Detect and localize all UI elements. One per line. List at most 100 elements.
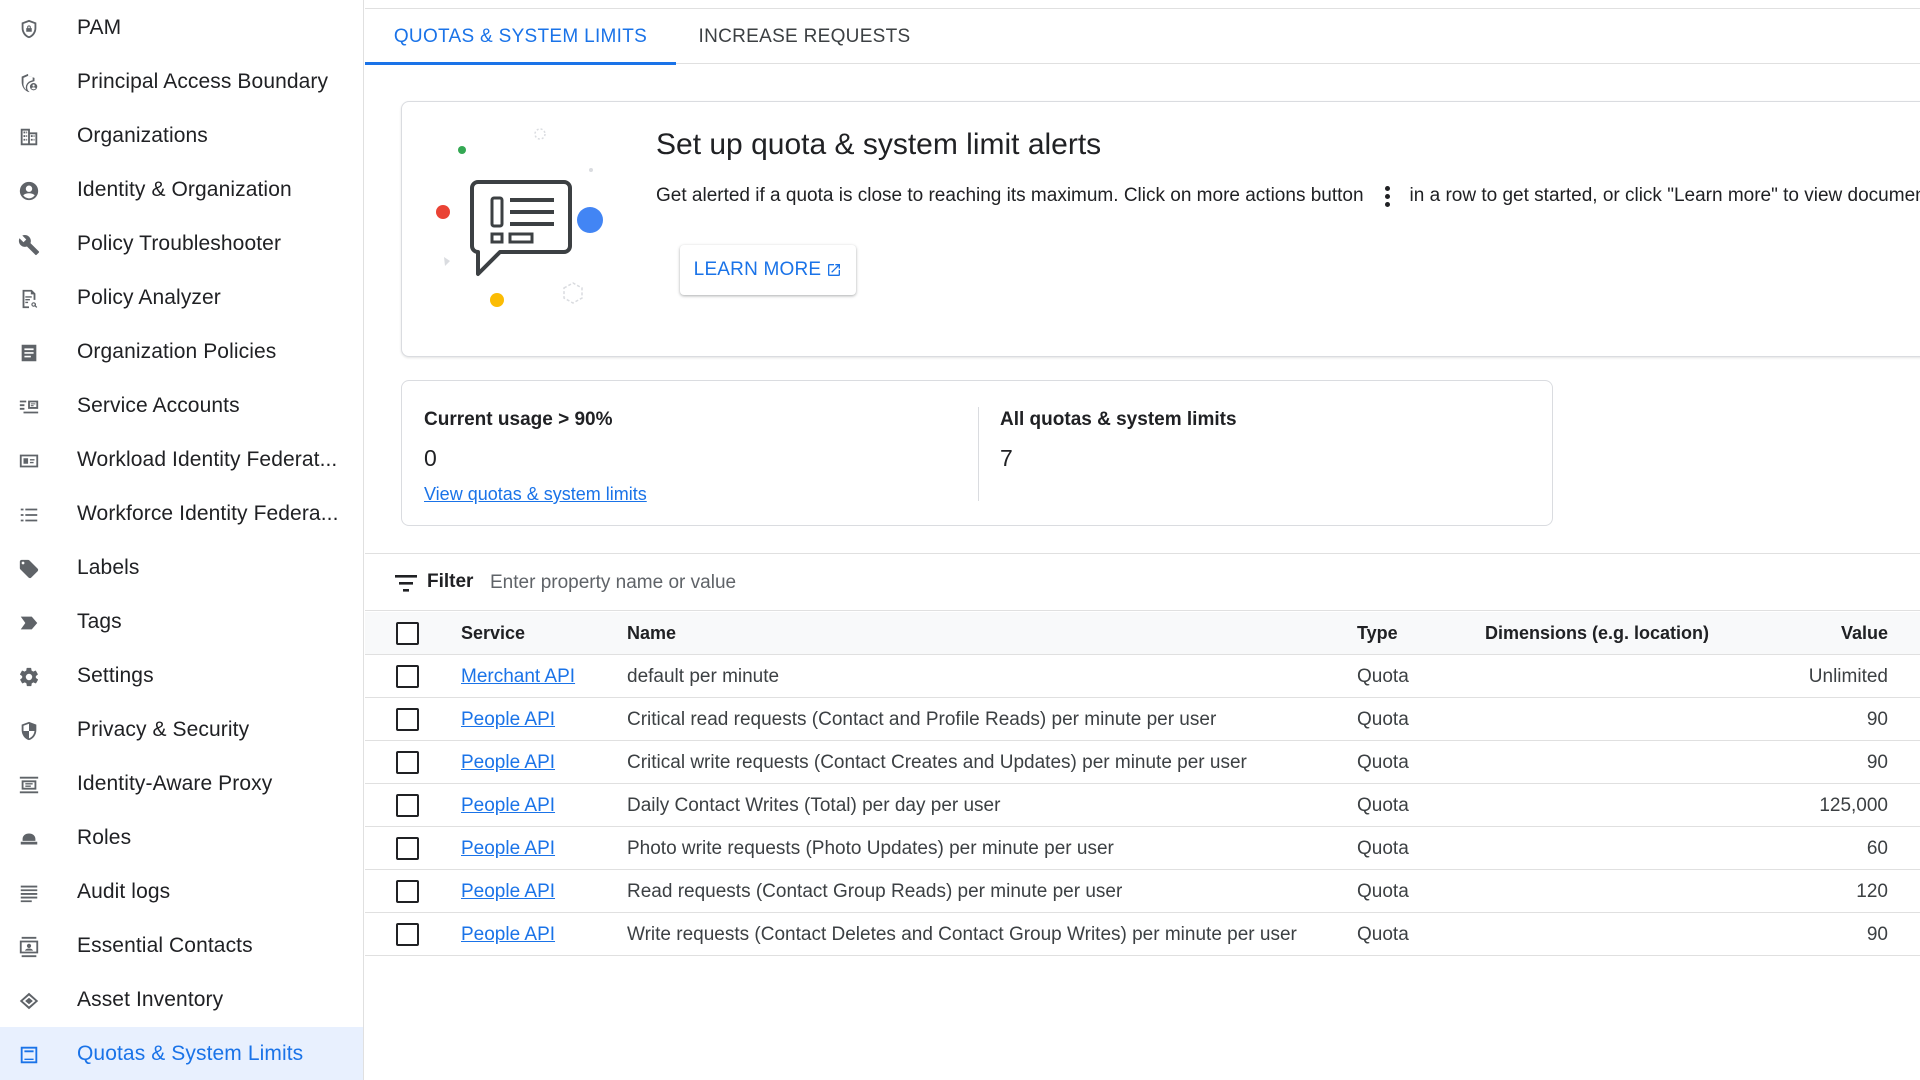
alert-title: Set up quota & system limit alerts <box>656 128 1102 161</box>
row-checkbox[interactable] <box>396 794 419 817</box>
quota-name: Daily Contact Writes (Total) per day per… <box>627 794 1001 816</box>
quota-type: Quota <box>1357 751 1409 773</box>
row-checkbox[interactable] <box>396 665 419 688</box>
service-link[interactable]: People API <box>461 752 555 774</box>
sidebar-item-roles[interactable]: Roles <box>0 811 363 865</box>
sidebar-item-label: Tags <box>77 610 122 633</box>
row-checkbox[interactable] <box>396 708 419 731</box>
chevron-tag-icon <box>17 611 41 635</box>
alerts-illustration <box>436 128 603 307</box>
sidebar-item-label: Principal Access Boundary <box>77 70 329 93</box>
service-link[interactable]: People API <box>461 924 555 946</box>
quota-name: default per minute <box>627 665 780 687</box>
table-row: People API Critical write requests (Cont… <box>365 741 1920 784</box>
sidebar-item-identity-aware-proxy[interactable]: Identity-Aware Proxy <box>0 757 363 811</box>
shield-lock-icon <box>17 17 41 41</box>
building-icon <box>17 125 41 149</box>
shield-person-icon <box>17 71 41 95</box>
service-link[interactable]: People API <box>461 709 555 731</box>
quota-name: Read requests (Contact Group Reads) per … <box>627 880 1123 902</box>
all-quotas-stat: All quotas & system limits 7 <box>1000 409 1237 472</box>
quota-value: 60 <box>1866 837 1888 859</box>
sidebar-item-essential-contacts[interactable]: Essential Contacts <box>0 919 363 973</box>
stats-divider <box>978 407 979 501</box>
all-quotas-value: 7 <box>1000 445 1013 471</box>
service-account-icon <box>17 395 41 419</box>
column-header-type[interactable]: Type <box>1357 612 1398 655</box>
row-checkbox[interactable] <box>396 751 419 774</box>
sidebar-item-label: Identity-Aware Proxy <box>77 772 273 795</box>
quota-icon <box>17 1043 41 1067</box>
filter-input[interactable] <box>490 564 1390 602</box>
sidebar-item-audit-logs[interactable]: Audit logs <box>0 865 363 919</box>
quota-value: 90 <box>1866 708 1888 730</box>
sidebar-item-label: Privacy & Security <box>77 718 250 741</box>
quota-type: Quota <box>1357 665 1409 687</box>
row-checkbox[interactable] <box>396 880 419 903</box>
quota-value: 90 <box>1866 751 1888 773</box>
quota-stats-card: Current usage > 90% 0 View quotas & syst… <box>401 380 1553 526</box>
sidebar-item-label: Audit logs <box>77 880 171 903</box>
main-content: QUOTAS & SYSTEM LIMITS INCREASE REQUESTS… <box>365 0 1920 1080</box>
gear-icon <box>17 665 41 689</box>
table-row: People API Write requests (Contact Delet… <box>365 913 1920 956</box>
quota-type: Quota <box>1357 880 1409 902</box>
list-document-icon <box>17 341 41 365</box>
sidebar-item-label: Policy Analyzer <box>77 286 221 309</box>
service-link[interactable]: Merchant API <box>461 666 575 688</box>
service-link[interactable]: People API <box>461 795 555 817</box>
proxy-icon <box>17 773 41 797</box>
label-tag-icon <box>17 557 41 581</box>
id-card-icon <box>17 449 41 473</box>
row-checkbox[interactable] <box>396 837 419 860</box>
view-quotas-link[interactable]: View quotas & system limits <box>424 484 647 505</box>
current-usage-value: 0 <box>424 445 437 471</box>
sidebar-item-pam[interactable]: PAM <box>0 1 363 55</box>
quota-value: 120 <box>1856 880 1888 902</box>
quota-value: 90 <box>1866 923 1888 945</box>
tab-quotas-system-limits[interactable]: QUOTAS & SYSTEM LIMITS <box>365 9 676 65</box>
all-quotas-label: All quotas & system limits <box>1000 409 1237 430</box>
column-header-name[interactable]: Name <box>627 612 676 655</box>
quota-value: Unlimited <box>1808 665 1888 687</box>
table-row: People API Daily Contact Writes (Total) … <box>365 784 1920 827</box>
learn-more-label: LEARN MORE <box>693 259 822 280</box>
current-usage-label: Current usage > 90% <box>424 409 613 430</box>
sidebar-item-organization-policies[interactable]: Organization Policies <box>0 325 363 379</box>
sidebar-item-labels[interactable]: Labels <box>0 541 363 595</box>
sidebar-item-tags[interactable]: Tags <box>0 595 363 649</box>
sidebar-item-label: Roles <box>77 826 132 849</box>
sidebar-item-label: Settings <box>77 664 154 687</box>
alert-description-text-end: in a row to get started, or click "Learn… <box>1409 185 1920 206</box>
tab-increase-requests[interactable]: INCREASE REQUESTS <box>676 9 933 64</box>
sidebar-item-quotas-system-limits[interactable]: Quotas & System Limits <box>0 1027 363 1080</box>
row-checkbox[interactable] <box>396 923 419 946</box>
sidebar-item-policy-analyzer[interactable]: Policy Analyzer <box>0 271 363 325</box>
sidebar-nav: PAM Principal Access Boundary Organizati… <box>0 0 364 1080</box>
sidebar-item-workload-identity-federation[interactable]: Workload Identity Federat... <box>0 433 363 487</box>
column-header-service[interactable]: Service <box>461 612 525 655</box>
sidebar-item-policy-troubleshooter[interactable]: Policy Troubleshooter <box>0 217 363 271</box>
sidebar-item-principal-access-boundary[interactable]: Principal Access Boundary <box>0 55 363 109</box>
tab-bar: QUOTAS & SYSTEM LIMITS INCREASE REQUESTS <box>365 9 1920 65</box>
table-header-row: Service Name Type Dimensions (e.g. locat… <box>365 612 1920 655</box>
filter-icon[interactable] <box>395 573 417 593</box>
sidebar-item-label: Policy Troubleshooter <box>77 232 282 255</box>
learn-more-button[interactable]: LEARN MORE <box>680 245 856 295</box>
sidebar-item-label: Service Accounts <box>77 394 240 417</box>
sidebar-item-privacy-security[interactable]: Privacy & Security <box>0 703 363 757</box>
document-search-icon <box>17 287 41 311</box>
service-link[interactable]: People API <box>461 881 555 903</box>
sidebar-item-workforce-identity-federation[interactable]: Workforce Identity Federa... <box>0 487 363 541</box>
sidebar-item-asset-inventory[interactable]: Asset Inventory <box>0 973 363 1027</box>
sidebar-item-settings[interactable]: Settings <box>0 649 363 703</box>
column-header-value[interactable]: Value <box>1841 612 1888 655</box>
sidebar-item-identity-organization[interactable]: Identity & Organization <box>0 163 363 217</box>
sidebar-item-organizations[interactable]: Organizations <box>0 109 363 163</box>
service-link[interactable]: People API <box>461 838 555 860</box>
column-header-dimensions[interactable]: Dimensions (e.g. location) <box>1485 612 1709 655</box>
quota-type: Quota <box>1357 837 1409 859</box>
more-vert-icon <box>1378 184 1396 208</box>
select-all-checkbox[interactable] <box>396 622 419 645</box>
sidebar-item-service-accounts[interactable]: Service Accounts <box>0 379 363 433</box>
